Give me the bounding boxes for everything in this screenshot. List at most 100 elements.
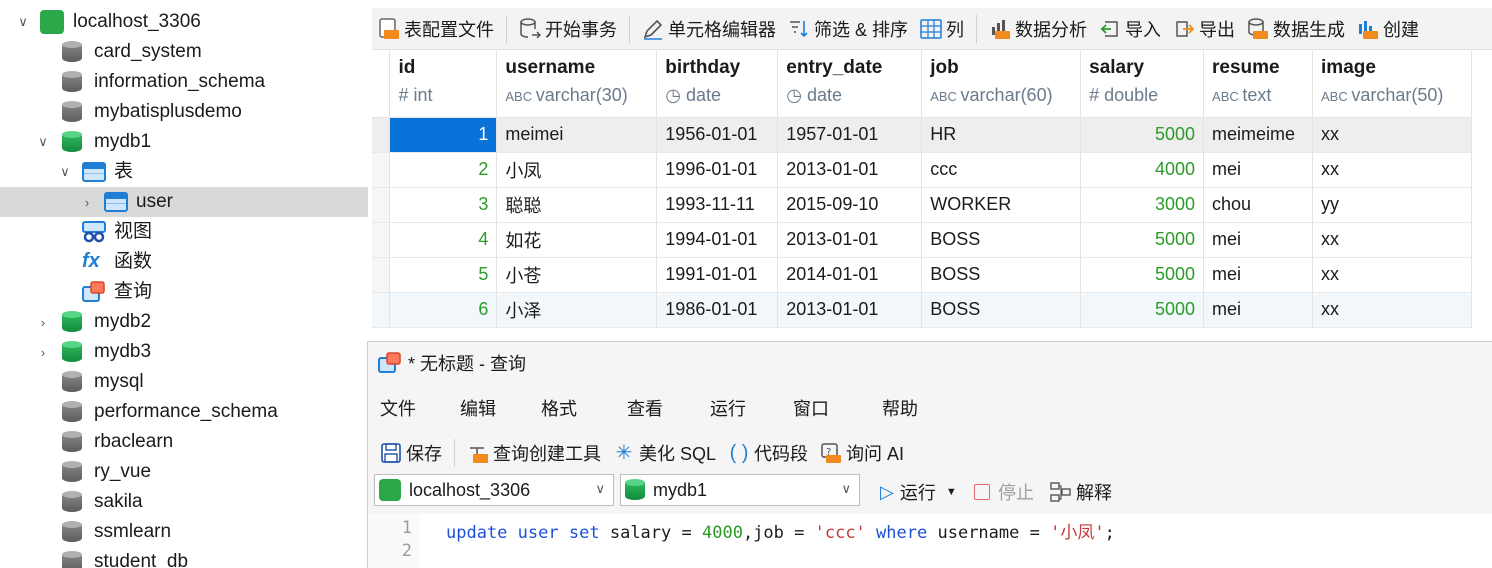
- table-cell[interactable]: mei: [1203, 222, 1314, 258]
- table-cell[interactable]: 3000: [1080, 187, 1205, 223]
- column-header-resume[interactable]: resume ABC text: [1203, 50, 1314, 118]
- connection-select[interactable]: localhost_3306 ∨: [374, 474, 614, 506]
- table-cell[interactable]: mei: [1203, 257, 1314, 293]
- column-header-birthday[interactable]: birthday ◷ date: [656, 50, 779, 118]
- table-cell[interactable]: mei: [1203, 292, 1314, 328]
- table-row[interactable]: 2 小凤 1996-01-01 2013-01-01 ccc 4000 mei …: [372, 152, 1472, 188]
- chevron-right-icon[interactable]: ›: [36, 345, 50, 360]
- table-cell[interactable]: xx: [1312, 152, 1472, 188]
- chevron-down-icon[interactable]: ∨: [36, 134, 50, 149]
- table-cell[interactable]: 1996-01-01: [656, 152, 779, 188]
- data-analysis-button[interactable]: 数据分析: [983, 11, 1093, 47]
- tree-db-mydb1[interactable]: ∨ mydb1: [0, 127, 368, 157]
- table-cell[interactable]: 5: [389, 257, 498, 293]
- table-cell[interactable]: 2015-09-10: [777, 187, 923, 223]
- table-cell[interactable]: 小苍: [496, 257, 658, 293]
- menu-file[interactable]: 文件: [380, 394, 416, 424]
- column-header-id[interactable]: id # int: [389, 50, 498, 118]
- table-cell[interactable]: 2: [389, 152, 498, 188]
- table-row[interactable]: 5 小苍 1991-01-01 2014-01-01 BOSS 5000 mei…: [372, 257, 1472, 293]
- row-selector[interactable]: [372, 222, 391, 258]
- column-header-job[interactable]: job ABC varchar(60): [921, 50, 1082, 118]
- table-cell[interactable]: 1991-01-01: [656, 257, 779, 293]
- row-selector[interactable]: [372, 292, 391, 328]
- run-button[interactable]: ▷ 运行 ▼: [874, 474, 963, 510]
- table-row[interactable]: 6 小泽 1986-01-01 2013-01-01 BOSS 5000 mei…: [372, 292, 1472, 328]
- table-row[interactable]: 1 meimei 1956-01-01 1957-01-01 HR 5000 m…: [372, 117, 1472, 153]
- table-cell[interactable]: 小泽: [496, 292, 658, 328]
- menu-help[interactable]: 帮助: [882, 394, 918, 424]
- table-cell[interactable]: 1986-01-01: [656, 292, 779, 328]
- table-cell[interactable]: 2014-01-01: [777, 257, 923, 293]
- chevron-down-icon[interactable]: ∨: [16, 14, 30, 29]
- table-cell[interactable]: 6: [389, 292, 498, 328]
- table-cell[interactable]: 1957-01-01: [777, 117, 923, 153]
- table-cell[interactable]: 1993-11-11: [656, 187, 779, 223]
- table-cell[interactable]: xx: [1312, 257, 1472, 293]
- tree-table-user[interactable]: › user: [0, 187, 368, 217]
- code-snippet-button[interactable]: ( ) 代码段: [722, 435, 814, 471]
- row-selector[interactable]: [372, 117, 391, 153]
- explain-button[interactable]: 解释: [1044, 474, 1118, 510]
- tree-db-mydb3[interactable]: › mydb3: [0, 337, 368, 367]
- column-header-entry-date[interactable]: entry_date ◷ date: [777, 50, 923, 118]
- table-cell[interactable]: 1994-01-01: [656, 222, 779, 258]
- tree-db-mydb2[interactable]: › mydb2: [0, 307, 368, 337]
- tree-functions-folder[interactable]: fx 函数: [0, 247, 368, 277]
- tree-queries-folder[interactable]: 查询: [0, 277, 368, 307]
- table-cell[interactable]: 2013-01-01: [777, 292, 923, 328]
- table-cell[interactable]: 1: [389, 117, 498, 153]
- import-button[interactable]: 导入: [1093, 11, 1167, 47]
- filter-sort-button[interactable]: 筛选 & 排序: [782, 11, 914, 47]
- menu-format[interactable]: 格式: [541, 394, 577, 424]
- ask-ai-button[interactable]: ? 询问 AI: [814, 435, 910, 471]
- tree-db-ssmlearn[interactable]: ssmlearn: [0, 517, 368, 547]
- columns-button[interactable]: 列: [914, 11, 970, 47]
- tree-db-card-system[interactable]: card_system: [0, 37, 368, 67]
- table-cell[interactable]: 5000: [1080, 222, 1205, 258]
- table-cell[interactable]: BOSS: [921, 292, 1082, 328]
- table-cell[interactable]: 3: [389, 187, 498, 223]
- chevron-down-icon[interactable]: ∨: [58, 164, 72, 179]
- tree-db-information-schema[interactable]: information_schema: [0, 67, 368, 97]
- table-cell[interactable]: 4000: [1080, 152, 1205, 188]
- table-cell[interactable]: 2013-01-01: [777, 222, 923, 258]
- table-cell[interactable]: meimeime: [1203, 117, 1314, 153]
- table-cell[interactable]: BOSS: [921, 222, 1082, 258]
- tree-db-student-db[interactable]: student_db: [0, 547, 368, 568]
- table-cell[interactable]: 5000: [1080, 292, 1205, 328]
- table-cell[interactable]: mei: [1203, 152, 1314, 188]
- table-cell[interactable]: 4: [389, 222, 498, 258]
- tree-db-mysql[interactable]: mysql: [0, 367, 368, 397]
- menu-edit[interactable]: 编辑: [460, 394, 496, 424]
- row-selector[interactable]: [372, 152, 391, 188]
- table-cell[interactable]: meimei: [496, 117, 658, 153]
- table-cell[interactable]: 聪聪: [496, 187, 658, 223]
- table-cell[interactable]: 小凤: [496, 152, 658, 188]
- begin-transaction-button[interactable]: 开始事务: [513, 11, 623, 47]
- save-button[interactable]: 保存: [374, 435, 448, 471]
- tree-db-rbaclearn[interactable]: rbaclearn: [0, 427, 368, 457]
- menu-run[interactable]: 运行: [710, 394, 746, 424]
- table-cell[interactable]: ccc: [921, 152, 1082, 188]
- table-cell[interactable]: xx: [1312, 292, 1472, 328]
- database-select[interactable]: mydb1 ∨: [620, 474, 860, 506]
- chevron-right-icon[interactable]: ›: [80, 195, 94, 210]
- export-button[interactable]: 导出: [1167, 11, 1241, 47]
- table-cell[interactable]: HR: [921, 117, 1082, 153]
- caret-down-icon[interactable]: ▼: [946, 486, 957, 498]
- query-builder-button[interactable]: 查询创建工具: [461, 435, 607, 471]
- stop-button[interactable]: 停止: [968, 474, 1040, 510]
- table-cell[interactable]: 5000: [1080, 117, 1205, 153]
- table-cell[interactable]: 2013-01-01: [777, 152, 923, 188]
- table-cell[interactable]: xx: [1312, 117, 1472, 153]
- table-cell[interactable]: WORKER: [921, 187, 1082, 223]
- cell-editor-button[interactable]: 单元格编辑器: [636, 11, 782, 47]
- chevron-right-icon[interactable]: ›: [36, 315, 50, 330]
- create-chart-button[interactable]: 创建: [1351, 11, 1425, 47]
- table-cell[interactable]: yy: [1312, 187, 1472, 223]
- sql-editor[interactable]: 1 2 update user set salary = 4000,job = …: [368, 514, 1492, 568]
- tree-tables-folder[interactable]: ∨ 表: [0, 157, 368, 187]
- row-selector[interactable]: [372, 187, 391, 223]
- table-cell[interactable]: BOSS: [921, 257, 1082, 293]
